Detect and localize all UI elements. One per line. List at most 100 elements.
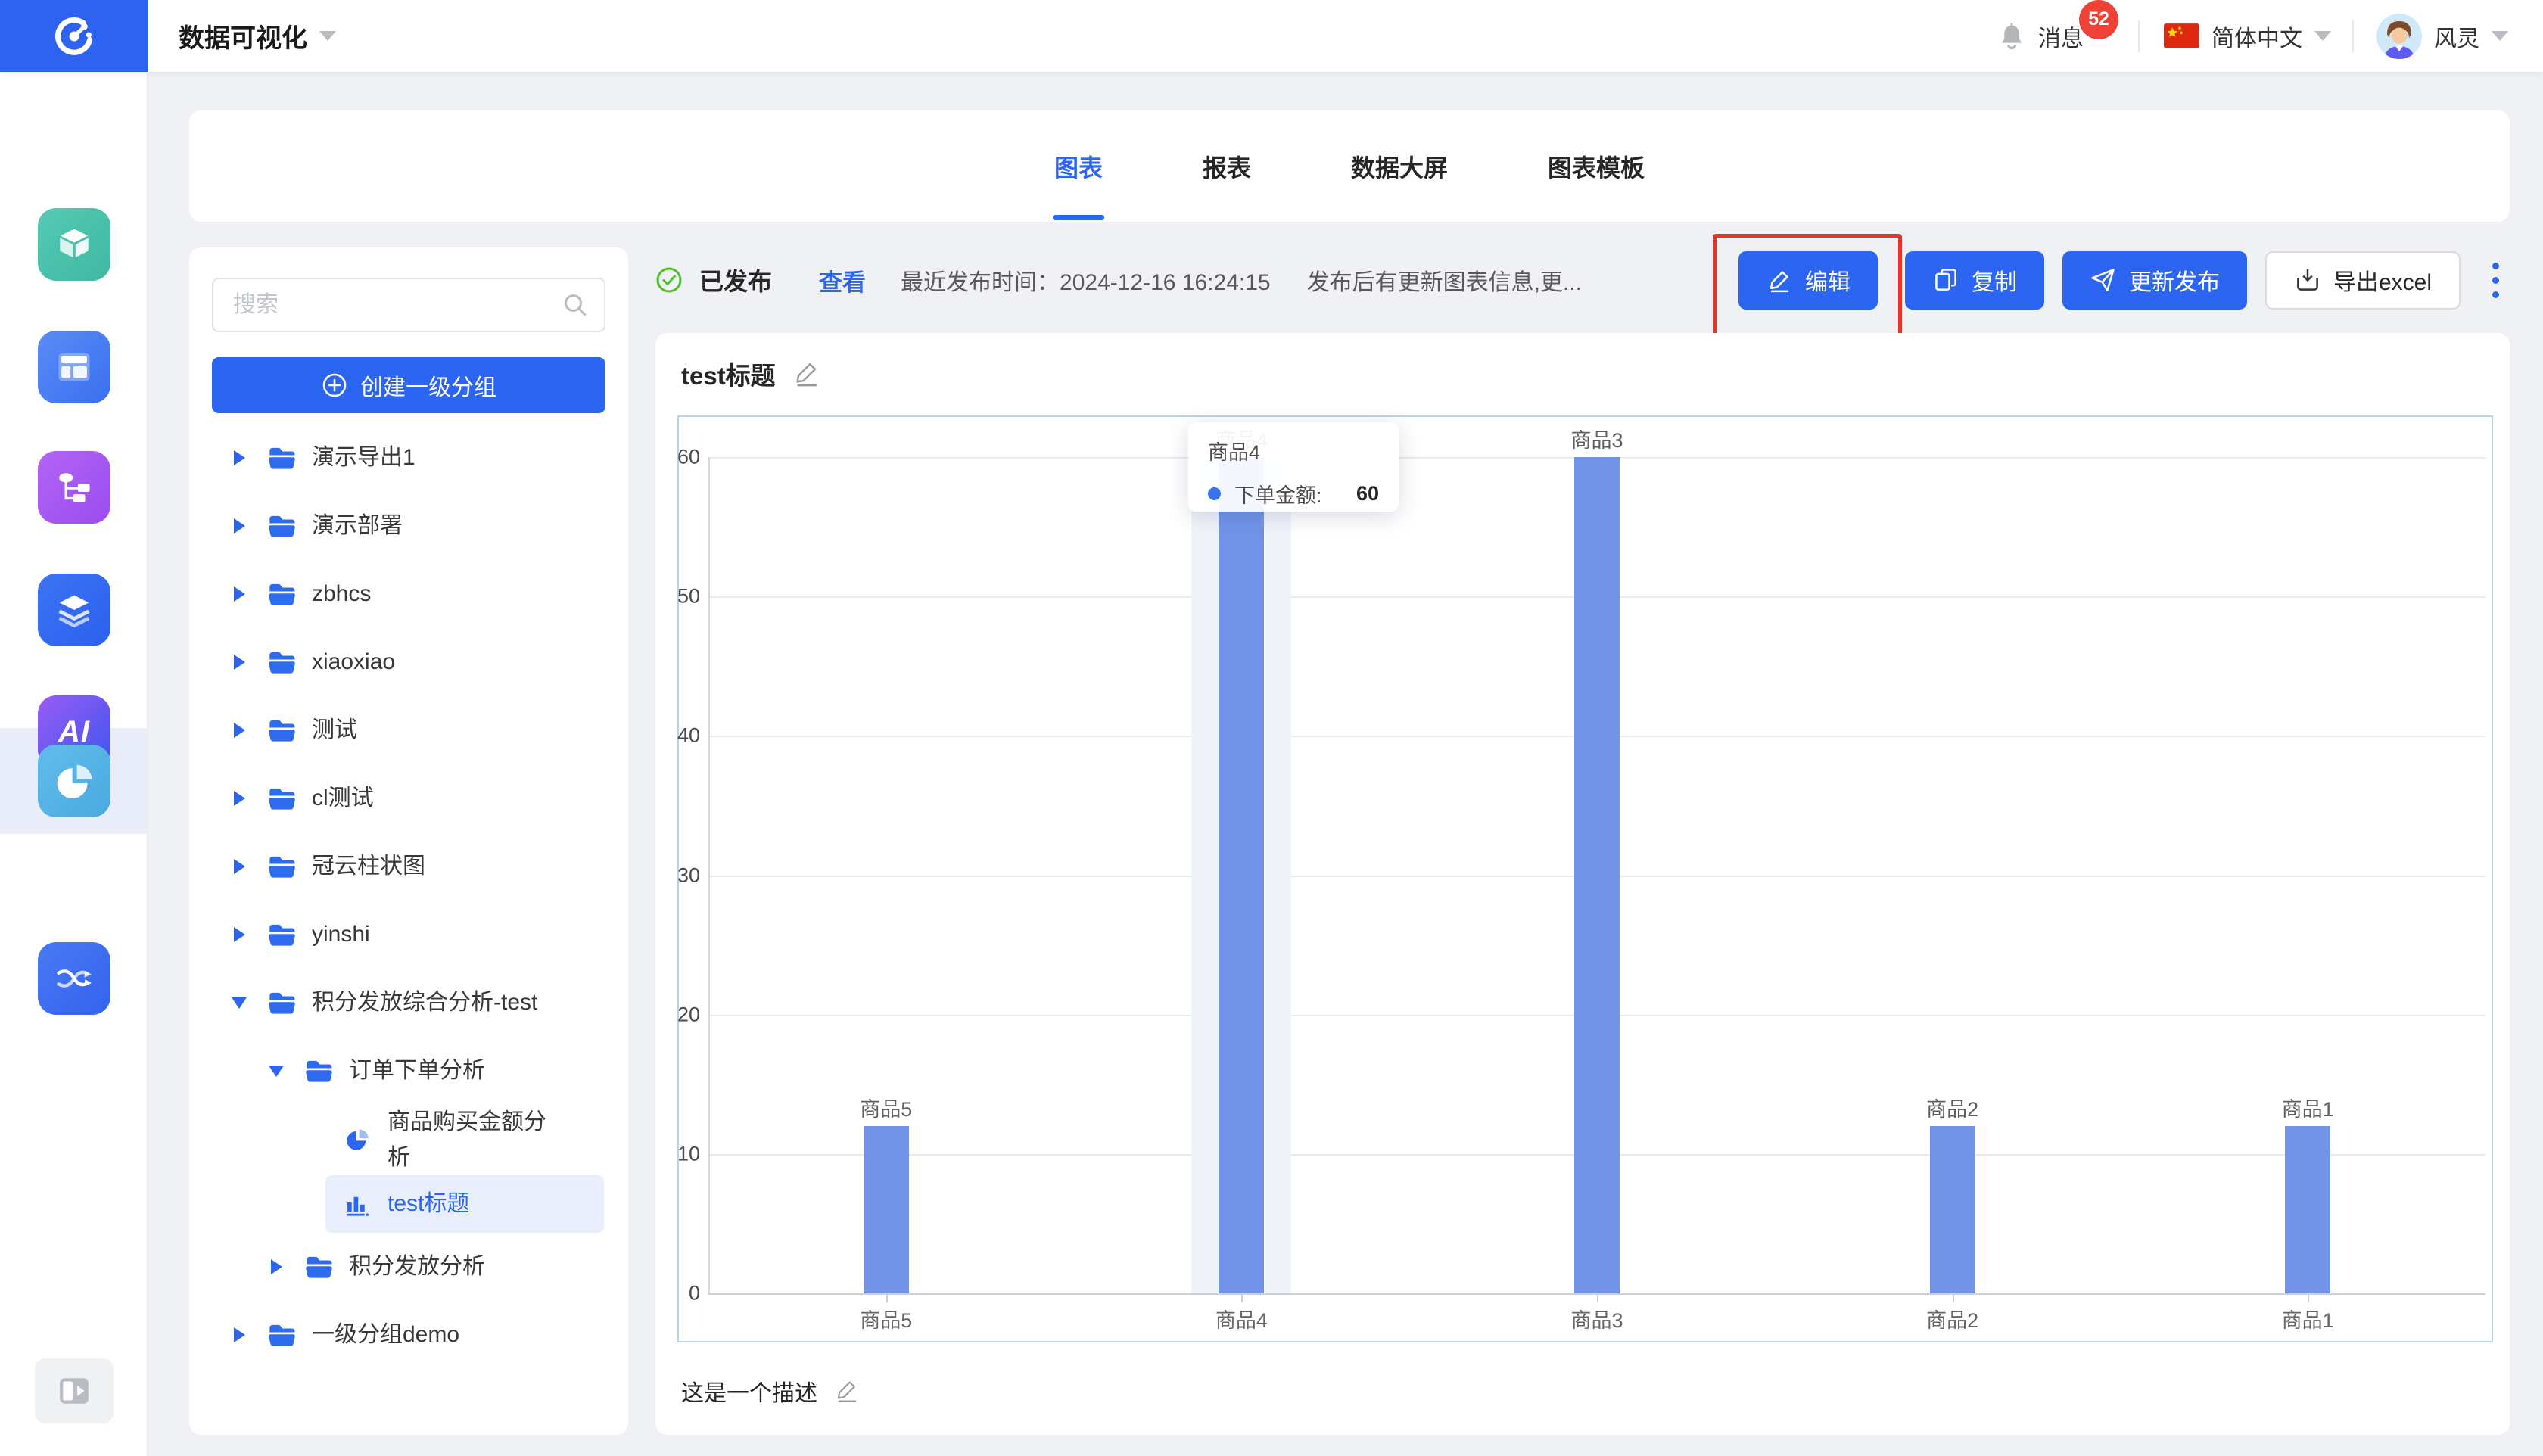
x-axis-label-商品5: 商品5 bbox=[860, 1309, 913, 1332]
pie-chart-icon[interactable] bbox=[38, 745, 110, 817]
cube-icon[interactable] bbox=[38, 208, 110, 281]
tooltip-category: 商品4 bbox=[1208, 441, 1261, 464]
chart-tree-panel: 创建一级分组 演示导出1 演示部署 zbhcs xiaoxiao 测试 cl测试冠云柱状图… bbox=[189, 247, 628, 1435]
caret-right-icon[interactable] bbox=[267, 1259, 285, 1274]
view-link[interactable]: 查看 bbox=[819, 263, 866, 297]
user-menu[interactable]: 风灵 bbox=[2376, 13, 2508, 59]
x-axis-label-商品4: 商品4 bbox=[1215, 1309, 1268, 1332]
bar-商品3[interactable] bbox=[1574, 457, 1620, 1293]
sidebar-collapse-button[interactable] bbox=[35, 1358, 114, 1423]
caret-down-icon[interactable] bbox=[267, 1065, 285, 1077]
folder-icon bbox=[268, 990, 297, 1016]
bar-商品4[interactable] bbox=[1219, 457, 1265, 1293]
caret-right-icon[interactable] bbox=[230, 859, 248, 874]
folder-icon bbox=[268, 1322, 297, 1348]
tree-item-xiaoxiao[interactable]: xiaoxiao bbox=[212, 628, 605, 696]
search-icon bbox=[565, 294, 586, 316]
tab-4[interactable]: 图表模板 bbox=[1546, 110, 1646, 222]
tooltip-value: 60 bbox=[1356, 482, 1379, 505]
tree-item-test标题[interactable]: test标题 bbox=[325, 1175, 604, 1233]
more-actions-button[interactable] bbox=[2482, 255, 2510, 306]
caret-right-icon[interactable] bbox=[230, 723, 248, 738]
caret-right-icon[interactable] bbox=[230, 791, 248, 806]
caret-right-icon[interactable] bbox=[230, 518, 248, 534]
app-logo[interactable] bbox=[0, 0, 148, 72]
folder-icon bbox=[268, 717, 297, 743]
tree-item-label: 订单下单分析 bbox=[349, 1057, 485, 1083]
edit-description-button[interactable] bbox=[834, 1378, 860, 1404]
tree-item-积分发放综合分析-test[interactable]: 积分发放综合分析-test bbox=[212, 969, 605, 1037]
folder-icon bbox=[305, 1058, 334, 1084]
layers-icon[interactable] bbox=[38, 574, 110, 646]
workspace-switcher[interactable]: 数据可视化 bbox=[179, 17, 336, 54]
publish-status-bar: 已发布 查看 最近发布时间：2024-12-16 16:24:15 发布后有更新… bbox=[655, 227, 2510, 341]
page-title: 数据可视化 bbox=[179, 24, 307, 53]
flowchart-icon[interactable] bbox=[38, 451, 110, 524]
tab-2[interactable]: 报表 bbox=[1201, 110, 1253, 222]
y-axis-line bbox=[708, 457, 710, 1293]
tree-item-商品购买金额分析[interactable]: 商品购买金额分析 bbox=[212, 1105, 605, 1175]
caret-right-icon[interactable] bbox=[230, 450, 248, 465]
search-input[interactable] bbox=[212, 278, 605, 332]
folder-icon bbox=[268, 922, 297, 947]
edit-title-button[interactable] bbox=[792, 359, 821, 388]
x-axis-label-商品1: 商品1 bbox=[2281, 1309, 2334, 1332]
y-axis-tick-label: 40 bbox=[677, 723, 700, 747]
tree-item-积分发放分析[interactable]: 积分发放分析 bbox=[212, 1233, 605, 1301]
chart-detail-card: test标题 0 10 20 30 40 50 60 商品5 商品5 商品4 商品4 商品3 商品3 商品… bbox=[655, 333, 2510, 1435]
folder-icon bbox=[268, 581, 297, 607]
create-group-button[interactable]: 创建一级分组 bbox=[212, 357, 605, 413]
tree-item-label: yinshi bbox=[312, 921, 370, 947]
tree-item-label: zbhcs bbox=[312, 580, 372, 606]
published-check-icon bbox=[656, 267, 682, 293]
caret-right-icon[interactable] bbox=[230, 655, 248, 670]
x-axis-tick bbox=[886, 1295, 888, 1302]
series-dot-icon bbox=[1208, 487, 1221, 500]
edit-button[interactable]: 编辑 bbox=[1738, 250, 1878, 310]
shuffle-icon[interactable] bbox=[38, 942, 110, 1015]
caret-right-icon[interactable] bbox=[230, 1327, 248, 1342]
caret-down-icon[interactable] bbox=[230, 997, 248, 1009]
tree-item-演示部署[interactable]: 演示部署 bbox=[212, 492, 605, 560]
bar-商品1[interactable] bbox=[2285, 1126, 2331, 1293]
chevron-down-icon bbox=[2492, 31, 2508, 41]
language-selector[interactable]: 简体中文 bbox=[2164, 20, 2331, 53]
tree-item-订单下单分析[interactable]: 订单下单分析 bbox=[212, 1037, 605, 1105]
plus-circle-icon bbox=[322, 373, 347, 397]
action-buttons: 编辑 复制 更新发布 导出excel bbox=[1712, 233, 2510, 341]
tab-3[interactable]: 数据大屏 bbox=[1349, 110, 1449, 222]
tree-item-yinshi[interactable]: yinshi bbox=[212, 901, 605, 969]
copy-button[interactable]: 复制 bbox=[1904, 250, 2044, 310]
messages-link[interactable]: 消息 52 bbox=[2038, 0, 2118, 53]
y-axis-tick-label: 30 bbox=[677, 863, 700, 886]
tree-item-演示导出1[interactable]: 演示导出1 bbox=[212, 424, 605, 492]
folder-tree: 演示导出1 演示部署 zbhcs xiaoxiao 测试 cl测试冠云柱状图 yinshi 积… bbox=[212, 424, 605, 1369]
tree-item-测试[interactable]: 测试 bbox=[212, 696, 605, 764]
x-axis-tick bbox=[1597, 1295, 1598, 1302]
copy-icon bbox=[1935, 269, 1956, 291]
tab-1[interactable]: 图表 bbox=[1052, 110, 1104, 222]
export-excel-button[interactable]: 导出excel bbox=[2264, 250, 2461, 310]
tooltip-series-label: 下单金额: bbox=[1234, 484, 1322, 507]
x-axis-label-商品2: 商品2 bbox=[1926, 1309, 1979, 1332]
send-plane-icon bbox=[2091, 269, 2115, 291]
pencil-icon bbox=[1770, 271, 1789, 293]
top-navbar: 数据可视化 消息 52 简体中文 风灵 bbox=[0, 0, 2543, 72]
republish-button[interactable]: 更新发布 bbox=[2062, 250, 2247, 310]
bar-商品5[interactable] bbox=[863, 1126, 909, 1293]
tree-item-cl测试[interactable]: cl测试 bbox=[212, 764, 605, 832]
tree-item-冠云柱状图[interactable]: 冠云柱状图 bbox=[212, 832, 605, 901]
tree-item-label: xiaoxiao bbox=[312, 649, 396, 674]
tree-item-label: 冠云柱状图 bbox=[312, 853, 425, 879]
folder-icon bbox=[268, 854, 297, 879]
tree-item-一级分组demo[interactable]: 一级分组demo bbox=[212, 1301, 605, 1369]
y-axis-tick-label: 0 bbox=[688, 1281, 700, 1305]
layout-icon[interactable] bbox=[38, 331, 110, 403]
tree-item-label: 积分发放综合分析-test bbox=[312, 989, 538, 1015]
notification-bell-icon[interactable] bbox=[1997, 22, 2026, 51]
chevron-down-icon bbox=[319, 31, 336, 41]
tree-item-zbhcs[interactable]: zbhcs bbox=[212, 560, 605, 628]
caret-right-icon[interactable] bbox=[230, 927, 248, 942]
caret-right-icon[interactable] bbox=[230, 586, 248, 602]
bar-商品2[interactable] bbox=[1929, 1126, 1975, 1293]
